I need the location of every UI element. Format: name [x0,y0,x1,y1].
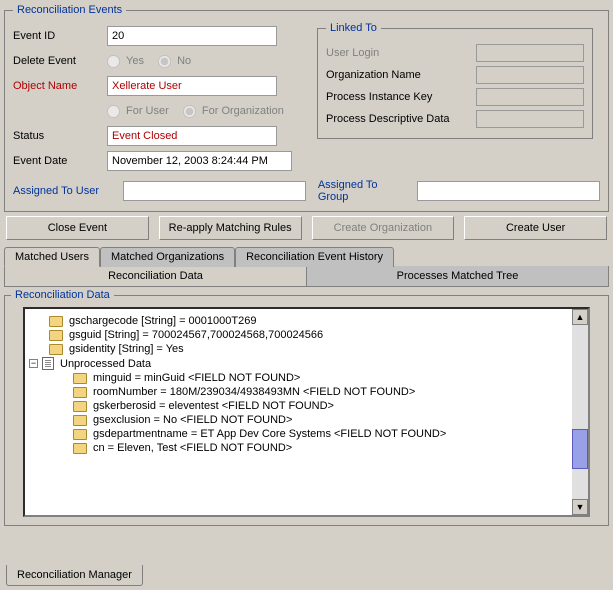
bottom-tab-recon-manager[interactable]: Reconciliation Manager [6,565,143,586]
scroll-up-icon[interactable]: ▲ [572,309,588,325]
delete-yes-label: Yes [126,55,144,67]
folder-icon [49,344,63,355]
tree-item[interactable]: cn = Eleven, Test <FIELD NOT FOUND> [73,442,584,454]
proc-inst-field [476,88,584,106]
page-icon [42,357,54,370]
for-org-label: For Organization [202,105,284,117]
tree-item[interactable]: gsdepartmentname = ET App Dev Core Syste… [73,428,584,440]
proc-inst-label: Process Instance Key [326,91,476,103]
folder-icon [73,401,87,412]
create-org-button: Create Organization [312,216,455,240]
create-user-button[interactable]: Create User [464,216,607,240]
proc-desc-label: Process Descriptive Data [326,113,476,125]
status-label: Status [13,130,107,142]
for-user-label: For User [126,105,169,117]
tree-item[interactable]: roomNumber = 180M/239034/4938493MN <FIEL… [73,386,584,398]
delete-yes-radio [107,55,120,68]
folder-icon [73,443,87,454]
user-login-label: User Login [326,47,476,59]
delete-no-radio [158,55,171,68]
tree-item[interactable]: gsidentity [String] = Yes [49,343,584,355]
folder-icon [73,373,87,384]
recon-data-legend: Reconciliation Data [11,289,114,301]
assigned-user-label: Assigned To User [13,185,117,197]
tree-node-unprocessed[interactable]: − Unprocessed Data [29,357,584,370]
scroll-down-icon[interactable]: ▼ [572,499,588,515]
object-name-label: Object Name [13,80,107,92]
delete-no-label: No [177,55,191,67]
folder-icon [49,330,63,341]
tree-item[interactable]: gsguid [String] = 700024567,700024568,70… [49,329,584,341]
proc-desc-field [476,110,584,128]
linked-to-panel: Linked To User Login Organization Name P… [317,22,593,139]
tree-view[interactable]: gschargecode [String] = 0001000T269 gsgu… [23,307,590,517]
subtab-recon-data[interactable]: Reconciliation Data [4,266,307,287]
recon-data-panel: Reconciliation Data gschargecode [String… [4,289,609,526]
tab-matched-users[interactable]: Matched Users [4,247,100,267]
folder-icon [73,415,87,426]
tree-item[interactable]: gschargecode [String] = 0001000T269 [49,315,584,327]
org-name-field [476,66,584,84]
status-input[interactable] [107,126,277,146]
tree-item[interactable]: minguid = minGuid <FIELD NOT FOUND> [73,372,584,384]
scroll-thumb[interactable] [572,429,588,469]
for-org-radio [183,105,196,118]
collapse-icon[interactable]: − [29,359,38,368]
reconciliation-events-legend: Reconciliation Events [13,4,126,16]
tree-item[interactable]: gskerberosid = eleventest <FIELD NOT FOU… [73,400,584,412]
for-user-radio [107,105,120,118]
user-login-field [476,44,584,62]
reconciliation-events-panel: Reconciliation Events Event ID Delete Ev… [4,4,609,212]
tab-recon-history[interactable]: Reconciliation Event History [235,247,394,267]
folder-icon [73,387,87,398]
org-name-label: Organization Name [326,69,476,81]
event-date-input[interactable] [107,151,292,171]
assigned-group-input[interactable] [417,181,600,201]
assigned-user-input[interactable] [123,181,306,201]
event-date-label: Event Date [13,155,107,167]
delete-event-label: Delete Event [13,55,107,67]
event-id-input[interactable] [107,26,277,46]
object-name-input[interactable] [107,76,277,96]
close-event-button[interactable]: Close Event [6,216,149,240]
folder-icon [73,429,87,440]
tree-item[interactable]: gsexclusion = No <FIELD NOT FOUND> [73,414,584,426]
folder-icon [49,316,63,327]
subtab-proc-tree[interactable]: Processes Matched Tree [307,266,609,287]
tab-matched-orgs[interactable]: Matched Organizations [100,247,235,267]
event-id-label: Event ID [13,30,107,42]
reapply-rules-button[interactable]: Re-apply Matching Rules [159,216,302,240]
assigned-group-label: Assigned To Group [318,179,411,203]
scrollbar[interactable]: ▲ ▼ [572,309,588,515]
linked-to-legend: Linked To [326,22,381,34]
